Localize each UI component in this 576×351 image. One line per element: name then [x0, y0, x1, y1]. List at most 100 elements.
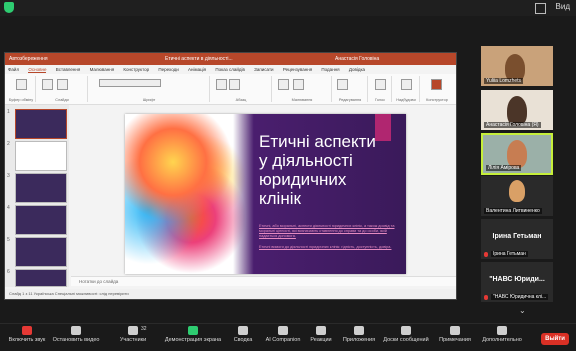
participants-count: 32 [141, 326, 147, 332]
ink-smoke-image [125, 114, 245, 274]
slide-subtitle-2[interactable]: Етичні вимоги до діяльності юридичних кл… [259, 245, 399, 250]
participant-video [507, 140, 527, 168]
current-slide[interactable]: Етичні аспекти у діяльності юридичних кл… [125, 114, 406, 274]
shapes-icon[interactable] [278, 79, 289, 90]
shared-screen: Автозбереження Етичні аспекти в діяльнос… [4, 52, 457, 300]
participant-tile-5[interactable]: Ірина Гетьман Ірина Гетьман [481, 219, 553, 259]
notes-pane[interactable]: Нотатки до слайда [71, 276, 456, 286]
participant-name: Валентина Литвиненко [484, 208, 542, 214]
slide-thumb-1[interactable] [15, 109, 67, 139]
tab-transitions[interactable]: Переходи [158, 67, 178, 72]
notes-button[interactable]: Примечания [436, 326, 474, 343]
slide-thumb-3[interactable] [15, 173, 67, 203]
tab-draw[interactable]: Малювання [90, 67, 115, 72]
ribbon-group-designer: Конструктор [421, 76, 453, 102]
stop-video-button[interactable]: Остановить видео [50, 326, 102, 343]
document-title: Етичні аспекти в діяльності... [165, 56, 233, 62]
bullets-icon[interactable] [216, 79, 227, 90]
muted-mic-icon [484, 295, 488, 300]
paste-icon[interactable] [16, 79, 27, 90]
tab-home[interactable]: Основне [28, 67, 47, 73]
ribbon-group-font: Шрифт [89, 76, 210, 102]
participants-button[interactable]: Участники 32 [112, 326, 154, 343]
tab-design[interactable]: Конструктор [123, 67, 149, 72]
participant-tile-3-active-speaker[interactable]: Лілія Амірова [481, 133, 553, 175]
arrange-icon[interactable] [293, 79, 304, 90]
whiteboard-icon [401, 326, 411, 335]
reactions-button[interactable]: Реакции [306, 326, 336, 343]
mute-button[interactable]: Включить звук [4, 326, 50, 343]
more-button[interactable]: Дополнительно [478, 326, 526, 343]
ribbon-tabs: Файл Основне Вставлення Малювання Констр… [5, 65, 456, 74]
ppt-title-bar: Автозбереження Етичні аспекти в діяльнос… [5, 53, 456, 65]
status-bar: Слайд 1 з 11 Українська Спеціальні можли… [5, 289, 456, 299]
tab-help[interactable]: Довідка [349, 67, 365, 72]
numbering-icon[interactable] [229, 79, 240, 90]
tab-review[interactable]: Рецензування [283, 67, 312, 72]
tab-view[interactable]: Подання [321, 67, 339, 72]
find-icon[interactable] [337, 79, 348, 90]
account-name[interactable]: Анастасія Головіна [335, 53, 379, 65]
designer-icon[interactable] [431, 79, 442, 90]
mic-muted-icon [22, 326, 32, 335]
participant-tile-2[interactable]: Анастасія Головіна (Я) [481, 90, 553, 130]
ribbon-group-voice: Голос [369, 76, 392, 102]
addins-icon[interactable] [401, 79, 412, 90]
ribbon-group-clipboard: Буфер обміну [7, 76, 36, 102]
participant-name: Yuliia Lomzhets [484, 78, 524, 84]
muted-mic-icon [484, 252, 488, 257]
meeting-toolbar: Включить звук Остановить видео Участники… [0, 323, 576, 351]
slide-subtitle-1[interactable]: Етичні, або моральні, аспекти діяльності… [259, 224, 399, 239]
participant-name: "НАВС Юридична клі... [491, 294, 549, 300]
participant-tile-4[interactable]: Валентина Литвиненко [481, 176, 553, 216]
apps-grid-icon [354, 326, 364, 335]
ribbon-group-paragraph: Абзац [211, 76, 272, 102]
whiteboards-button[interactable]: Доски сообщений [380, 326, 432, 343]
summary-button[interactable]: Сводка [228, 326, 258, 343]
more-dots-icon [497, 326, 507, 335]
participant-tile-6[interactable]: "НАВС Юриди... "НАВС Юридична клі... [481, 262, 553, 302]
autosave-label[interactable]: Автозбереження [9, 53, 48, 65]
ai-companion-button[interactable]: AI Companion [262, 326, 304, 343]
ribbon-group-slides: Слайди [37, 76, 88, 102]
tab-slideshow[interactable]: Показ слайдів [215, 67, 244, 72]
dictate-icon[interactable] [375, 79, 386, 90]
participant-big-name: Ірина Гетьман [492, 233, 542, 240]
slide-thumb-6[interactable] [15, 269, 67, 287]
people-icon [128, 326, 138, 335]
slide-thumbnails: 1 2 3 4 5 6 [5, 105, 69, 287]
ribbon-group-editing: Редагування [333, 76, 368, 102]
tab-animations[interactable]: Анімація [188, 67, 206, 72]
zoom-top-bar: Вид [0, 0, 576, 16]
font-select[interactable] [99, 79, 161, 87]
participant-name: Анастасія Головіна (Я) [484, 122, 541, 128]
tab-file[interactable]: Файл [8, 67, 19, 72]
view-button[interactable]: Вид [556, 2, 570, 11]
participant-avatar [509, 180, 525, 202]
participant-big-name: "НАВС Юриди... [489, 276, 545, 283]
share-screen-button[interactable]: Демонстрация экрана [162, 326, 224, 343]
sparkle-icon [278, 326, 288, 335]
heart-icon [316, 326, 326, 335]
summary-icon [238, 326, 248, 335]
chevron-down-icon[interactable]: ⌄ [519, 306, 533, 318]
leave-meeting-button[interactable]: Выйти [541, 333, 569, 345]
video-camera-icon [71, 326, 81, 335]
participant-name: Лілія Амірова [486, 165, 522, 171]
tab-insert[interactable]: Вставлення [56, 67, 81, 72]
ribbon-group-addins: Надбудови [393, 76, 420, 102]
slide-thumb-2[interactable] [15, 141, 67, 171]
notes-icon [450, 326, 460, 335]
slide-thumb-4[interactable] [15, 205, 67, 235]
new-slide-icon[interactable] [42, 79, 53, 90]
layout-icon[interactable] [57, 79, 68, 90]
tab-record[interactable]: Записати [254, 67, 273, 72]
view-grid-icon[interactable] [535, 3, 546, 14]
ribbon: Буфер обміну Слайди Шрифт Абзац Малюванн… [5, 74, 456, 105]
security-shield-icon[interactable] [4, 2, 14, 13]
participant-name: Ірина Гетьман [491, 251, 528, 257]
participant-tile-1[interactable]: Yuliia Lomzhets [481, 46, 553, 86]
slide-thumb-5[interactable] [15, 237, 67, 267]
slide-title[interactable]: Етичні аспекти у діяльності юридичних кл… [259, 132, 389, 208]
apps-button[interactable]: Приложения [340, 326, 378, 343]
